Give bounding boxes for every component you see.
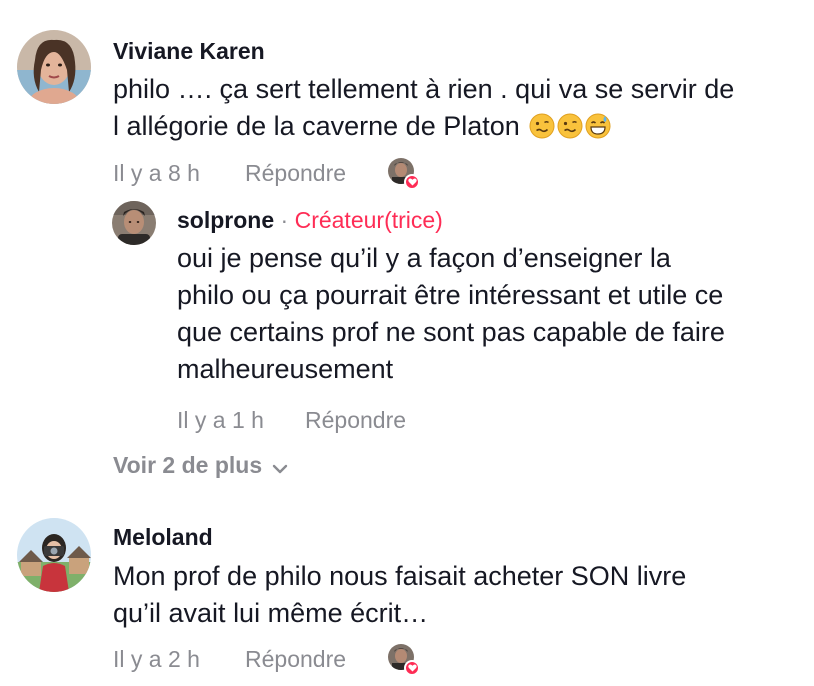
reply-username-row: solprone · Créateur(trice) [177, 207, 443, 234]
comment-text-line: l allégorie de la caverne de Platon [113, 108, 803, 145]
reply-text-line: oui je pense qu’il y a façon d’enseigner… [177, 243, 671, 273]
reply-text-line: malheureusement [177, 354, 394, 384]
avatar-solprone[interactable] [112, 201, 156, 245]
comment-text-content: l allégorie de la caverne de Platon [113, 111, 520, 141]
creator-liked-badge [388, 158, 420, 190]
reply-text-line: philo ou ça pourrait être intéressant et… [177, 280, 724, 310]
comment-timestamp: Il y a 2 h [113, 646, 200, 672]
woozy-face-icon [529, 113, 555, 139]
reply-button[interactable]: Répondre [245, 160, 346, 187]
view-more-label: Voir 2 de plus [113, 452, 263, 478]
comment-text-line: qu’il avait lui même écrit… [113, 598, 429, 628]
creator-liked-badge [388, 644, 420, 676]
reply-username[interactable]: solprone [177, 207, 274, 233]
reply-text-line: que certains prof ne sont pas capable de… [177, 317, 725, 347]
comment-username[interactable]: Meloland [113, 524, 213, 551]
comment-text-line: Mon prof de philo nous faisait acheter S… [113, 561, 687, 591]
comment-text: philo …. ça sert tellement à rien . qui … [113, 71, 803, 145]
creator-badge: Créateur(trice) [294, 207, 443, 233]
comment-text: Mon prof de philo nous faisait acheter S… [113, 558, 803, 632]
comment-meloland: Meloland Mon prof de philo nous faisait … [0, 510, 814, 686]
reply-text: oui je pense qu’il y a façon d’enseigner… [177, 240, 807, 388]
avatar-meloland[interactable] [17, 518, 91, 592]
grinning-sweat-face-icon [585, 113, 611, 139]
woozy-face-icon [557, 113, 583, 139]
comment-timestamp: Il y a 8 h [113, 160, 200, 186]
comment-viviane: Viviane Karen philo …. ça sert tellement… [0, 0, 814, 200]
username-separator: · [280, 207, 289, 233]
emoji-group [527, 111, 611, 141]
reply-button[interactable]: Répondre [245, 646, 346, 673]
reply-button[interactable]: Répondre [305, 407, 406, 434]
heart-icon [404, 174, 420, 190]
heart-icon [404, 660, 420, 676]
avatar-viviane[interactable] [17, 30, 91, 104]
comment-username[interactable]: Viviane Karen [113, 38, 265, 65]
comment-text-line: philo …. ça sert tellement à rien . qui … [113, 74, 735, 104]
chevron-down-icon [272, 453, 288, 480]
reply-timestamp: Il y a 1 h [177, 407, 264, 433]
reply-solprone: solprone · Créateur(trice) oui je pense … [0, 195, 814, 445]
view-more-replies-button[interactable]: Voir 2 de plus [113, 452, 288, 480]
